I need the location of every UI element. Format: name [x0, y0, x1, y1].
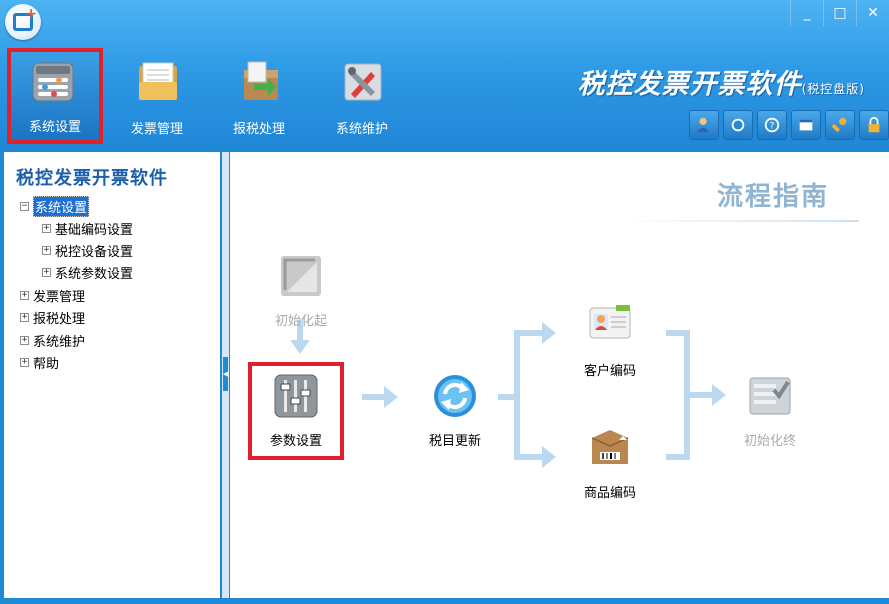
nav-system-maintenance-button[interactable]: 系统维护	[314, 48, 410, 144]
step-init-end-label: 初始化终	[743, 434, 796, 449]
maximize-button[interactable]: □	[823, 0, 856, 26]
step-customer-label: 客户编码	[583, 364, 636, 379]
connector-right-3-head	[712, 384, 726, 406]
tree-item-label: 系统维护	[33, 334, 86, 350]
flow-guide-panel: 流程指南 初始化起 参数设置 税目更新 客户编码 商品编码 初始化终	[230, 152, 889, 598]
step-tax-items-update[interactable]: 税目更新	[420, 372, 490, 449]
checklist-icon	[749, 377, 791, 415]
tool-strip: ?	[689, 110, 889, 140]
goods-box-icon	[591, 430, 629, 464]
globe-icon[interactable]	[723, 110, 753, 140]
close-button[interactable]: ✕	[856, 0, 889, 26]
svg-text:?: ?	[770, 122, 775, 132]
connector-split-vertical	[514, 330, 520, 460]
tree-title: 税控发票开票软件	[16, 168, 168, 189]
tree-item-system-params[interactable]: + 系统参数设置	[42, 262, 133, 282]
step-init-start-label: 初始化起	[274, 314, 327, 329]
tree-expand-toggle[interactable]: +	[20, 335, 29, 345]
tree-panel: 税控发票开票软件 − 系统设置 + 基础编码设置 + 税控设备设置 + 系统参数…	[4, 152, 222, 598]
connector-split-top-head	[542, 322, 556, 344]
ruler-triangle-icon	[281, 256, 321, 296]
user-icon[interactable]	[689, 110, 719, 140]
tree-item-tax-filing[interactable]: + 报税处理	[20, 307, 85, 327]
window-icon[interactable]	[791, 110, 821, 140]
panel-splitter[interactable]: ◀	[222, 152, 229, 598]
customer-card-icon	[589, 305, 631, 339]
step-params-label: 参数设置	[269, 434, 322, 449]
app-title-main: 税控发票开票软件	[577, 69, 802, 100]
minimize-button[interactable]: _	[790, 0, 823, 26]
settings-panel-icon	[32, 62, 74, 102]
tree-expand-toggle[interactable]: +	[42, 267, 51, 277]
connector-split-bottom	[514, 454, 544, 460]
tree-item-invoice-management[interactable]: + 发票管理	[20, 285, 85, 305]
tree-expand-toggle[interactable]: +	[20, 357, 29, 367]
nav-invoice-management-label: 发票管理	[130, 122, 183, 137]
step-customer-code[interactable]: 客户编码	[575, 302, 645, 379]
nav-system-maintenance-label: 系统维护	[335, 122, 388, 137]
app-title: 税控发票开票软件(税控盘版)	[578, 62, 865, 101]
connector-merge-vertical	[684, 330, 690, 460]
tree-collapse-toggle[interactable]: −	[20, 201, 29, 211]
lock-icon[interactable]	[859, 110, 889, 140]
connector-split-top	[514, 330, 544, 336]
tree-item-tax-device[interactable]: + 税控设备设置	[42, 240, 133, 260]
help-icon[interactable]: ?	[757, 110, 787, 140]
connector-right-1	[362, 394, 386, 400]
refresh-icon	[434, 375, 476, 417]
tree-item-label: 税控设备设置	[55, 244, 134, 260]
key-icon[interactable]	[825, 110, 855, 140]
tools-icon	[344, 63, 382, 101]
app-logo-icon[interactable]: +	[5, 4, 41, 40]
tax-box-icon	[244, 61, 278, 100]
tree-item-label: 发票管理	[33, 289, 86, 305]
nav-system-settings-label: 系统设置	[28, 120, 81, 135]
connector-right-2	[498, 394, 516, 400]
tree-item-label: 系统设置	[33, 195, 90, 217]
tree-expand-toggle[interactable]: +	[42, 245, 51, 255]
step-goods-code[interactable]: 商品编码	[575, 424, 645, 501]
bottom-border	[0, 598, 889, 604]
nav-tax-filing-button[interactable]: 报税处理	[211, 48, 307, 144]
nav-tax-filing-label: 报税处理	[232, 122, 285, 137]
app-header: + _ □ ✕ 系统设置 发票管理 报税处理 系统维护 税控发票开票软件(税控盘…	[0, 0, 889, 150]
nav-system-settings-button[interactable]: 系统设置	[7, 48, 103, 144]
tree-expand-toggle[interactable]: +	[20, 312, 29, 322]
step-init-start[interactable]: 初始化起	[266, 252, 336, 329]
tree-expand-toggle[interactable]: +	[20, 290, 29, 300]
app-title-sub: (税控盘版)	[801, 82, 865, 96]
invoice-folder-icon	[139, 62, 177, 100]
tree-item-system-maintenance[interactable]: + 系统维护	[20, 330, 85, 350]
sliders-icon	[274, 374, 318, 418]
collapse-arrow-icon[interactable]: ◀	[223, 357, 228, 391]
nav-invoice-management-button[interactable]: 发票管理	[109, 48, 205, 144]
tree-item-system-settings[interactable]: − 系统设置	[20, 195, 90, 217]
connector-down-head	[290, 340, 310, 354]
step-goods-label: 商品编码	[583, 486, 636, 501]
step-tax-items-label: 税目更新	[428, 434, 481, 449]
connector-split-bottom-head	[542, 446, 556, 468]
tree-item-base-code[interactable]: + 基础编码设置	[42, 218, 133, 238]
tree-item-label: 系统参数设置	[55, 266, 134, 282]
tree-expand-toggle[interactable]: +	[42, 223, 51, 233]
connector-right-3	[690, 392, 714, 398]
window-controls: _ □ ✕	[790, 0, 889, 26]
tree-item-label: 报税处理	[33, 311, 86, 327]
step-init-end[interactable]: 初始化终	[735, 372, 805, 449]
connector-right-1-head	[384, 386, 398, 408]
tree-item-help[interactable]: + 帮助	[20, 352, 59, 372]
tree-item-label: 帮助	[33, 356, 60, 372]
step-params-setting[interactable]: 参数设置	[248, 362, 344, 460]
tree-item-label: 基础编码设置	[55, 222, 134, 238]
